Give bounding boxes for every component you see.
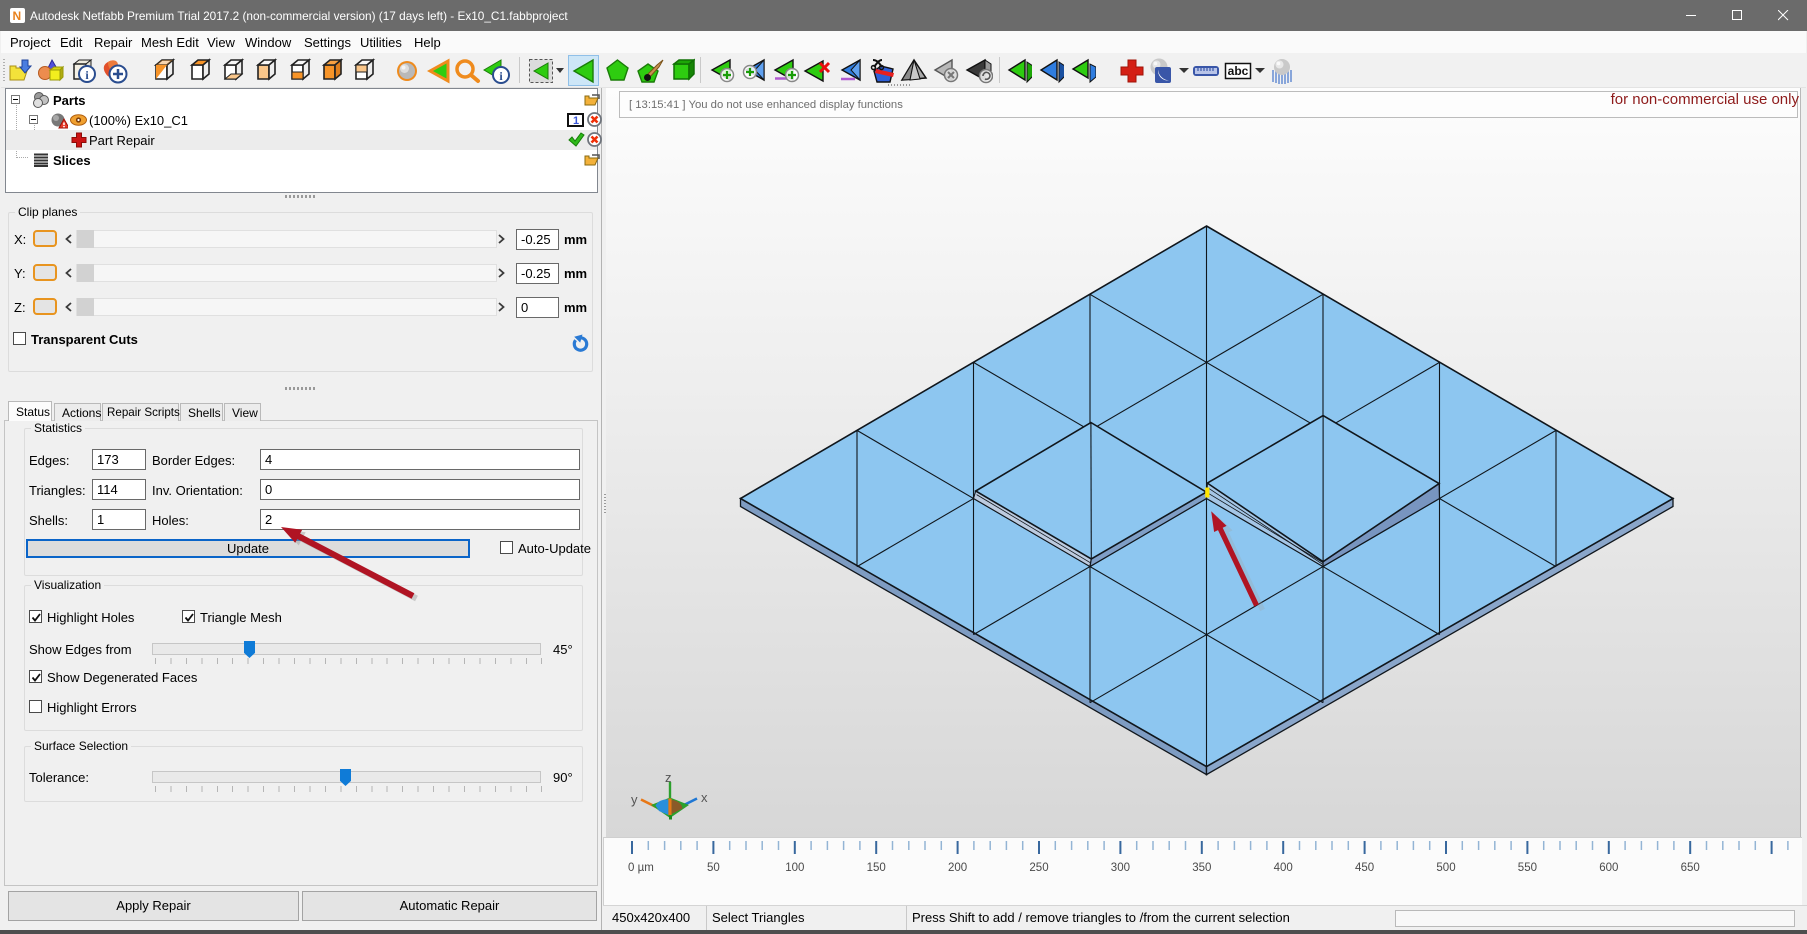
svg-text:150: 150	[867, 862, 886, 874]
svg-text:y: y	[631, 792, 638, 807]
svg-text:450: 450	[1355, 862, 1374, 874]
svg-text:400: 400	[1274, 862, 1293, 874]
svg-text:200: 200	[948, 862, 967, 874]
svg-text:250: 250	[1029, 862, 1048, 874]
svg-text:350: 350	[1192, 862, 1211, 874]
svg-text:300: 300	[1111, 862, 1130, 874]
svg-text:600: 600	[1599, 862, 1618, 874]
svg-text:x: x	[701, 790, 708, 805]
svg-text:50: 50	[707, 862, 720, 874]
svg-text:500: 500	[1436, 862, 1455, 874]
svg-text:550: 550	[1518, 862, 1537, 874]
svg-text:0 µm: 0 µm	[628, 862, 654, 874]
svg-text:abc: abc	[1228, 64, 1249, 78]
svg-text:100: 100	[785, 862, 804, 874]
svg-text:650: 650	[1681, 862, 1700, 874]
